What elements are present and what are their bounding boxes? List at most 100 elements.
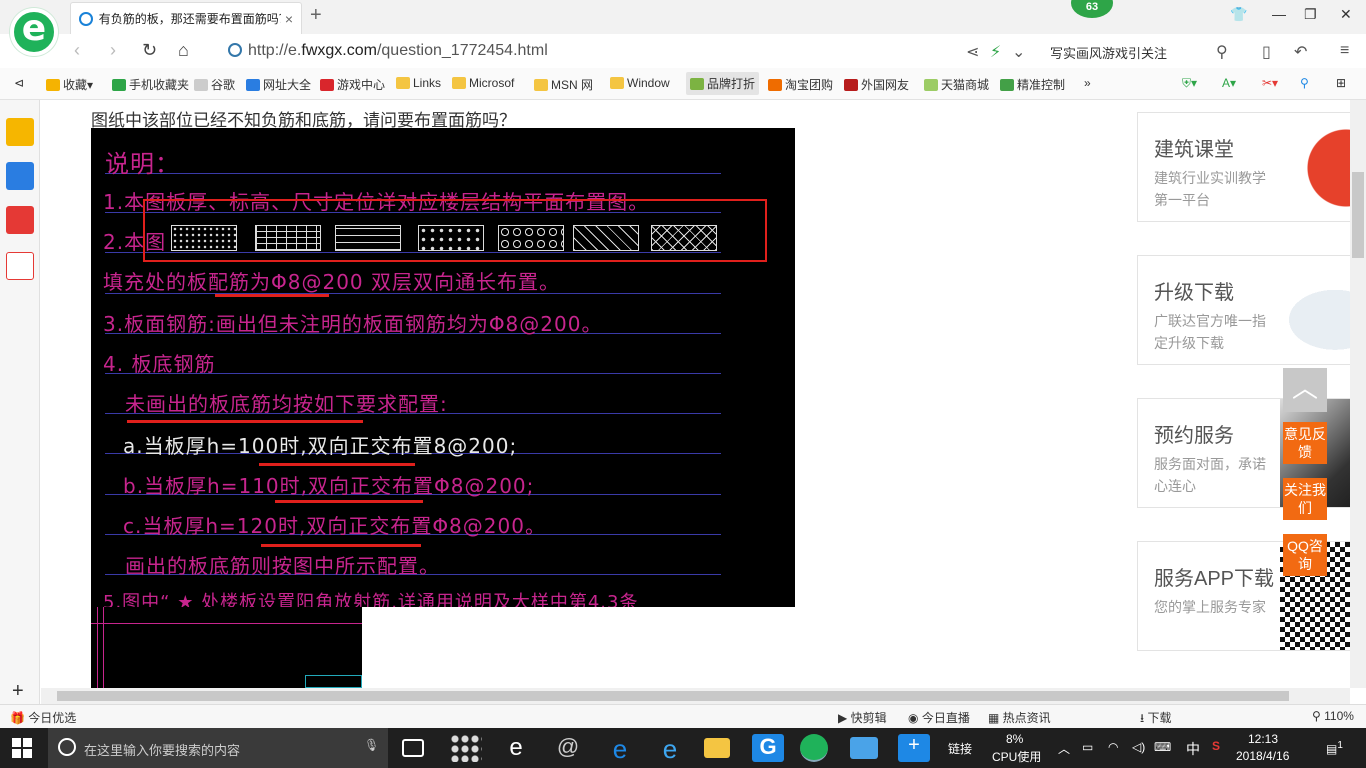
clock-time[interactable]: 12:13 [1248, 732, 1278, 746]
ime-indicator[interactable]: 中 [1186, 739, 1200, 759]
translate-icon[interactable]: A▾ [1222, 76, 1236, 90]
360-browser-icon[interactable] [800, 734, 828, 762]
cpu-percent: 8% [1006, 732, 1024, 746]
tab-close-icon[interactable]: × [285, 11, 293, 27]
mobile-icon[interactable]: ▯ [1262, 42, 1271, 62]
back-to-top-icon[interactable]: ︿ [1283, 368, 1327, 412]
back-icon[interactable]: ‹ [74, 40, 80, 61]
horizontal-scrollbar[interactable] [41, 688, 1350, 704]
home-icon[interactable]: ⌂ [178, 40, 189, 61]
shirt-skin-icon[interactable]: 👕 [1230, 6, 1247, 23]
wifi-icon[interactable]: ◠ [1108, 740, 1118, 754]
share-icon[interactable]: ⋖ [966, 42, 979, 62]
clock-date[interactable]: 2018/4/16 [1236, 749, 1289, 763]
refresh-icon[interactable]: ↻ [142, 40, 157, 61]
status-bar: 🎁 今日优选 ▶ 快剪辑 ◉ 今日直播 ▦ 热点资讯 ⭳ 下载 ⚲ 110% [0, 704, 1366, 728]
tray-chevron-icon[interactable]: ︿ [1058, 740, 1070, 757]
email-icon[interactable] [6, 252, 34, 280]
ad-logo-icon [1280, 113, 1350, 221]
left-sidebar: + [0, 100, 40, 704]
minimize-icon[interactable]: — [1272, 6, 1286, 22]
bookmark-item[interactable]: 外国网友 [844, 76, 909, 93]
ad-card[interactable]: 建筑课堂 建筑行业实训教学第一平台 [1137, 112, 1350, 222]
pinwheel-app-icon[interactable] [450, 734, 482, 762]
ad-description: 建筑行业实训教学第一平台 [1154, 170, 1266, 208]
menu-icon[interactable]: ≡ [1340, 42, 1349, 60]
search-box[interactable]: 写实画风游戏引关注 [1040, 38, 1240, 64]
download-link[interactable]: ⭳ 下载 [1140, 709, 1172, 730]
volume-icon[interactable]: ◁) [1132, 740, 1145, 754]
links-toolbar[interactable]: 链接 [948, 740, 972, 757]
swirl-app-icon[interactable]: @ [552, 734, 584, 762]
more-bookmarks-icon[interactable]: » [1084, 76, 1091, 90]
file-explorer-icon[interactable] [704, 738, 730, 758]
today-picks-link[interactable]: 🎁 今日优选 [10, 709, 76, 726]
ie-icon[interactable]: e [654, 734, 686, 764]
cloud-upload-icon [1280, 256, 1350, 364]
live-link[interactable]: ◉ 今日直播 [908, 709, 970, 726]
add-app-icon[interactable]: + [898, 734, 930, 762]
feedback-button[interactable]: 意见反馈 [1283, 422, 1327, 464]
cad-note-line: 5.图中“ ★ 处楼板设置阳角放射筋,详通用说明及大样中第4.3条 [103, 592, 639, 607]
lightning-icon[interactable]: ⚡ [990, 42, 1001, 62]
browser-tab[interactable]: 有负筋的板，那还需要布置面筋吗？ × [70, 2, 302, 34]
bookmark-item[interactable]: 网址大全 [246, 76, 311, 93]
vertical-scrollbar[interactable] [1350, 100, 1366, 688]
quick-edit-link[interactable]: ▶ 快剪辑 [838, 709, 887, 726]
bookmark-item[interactable]: 谷歌 [194, 76, 235, 93]
task-view-icon[interactable] [402, 739, 424, 757]
site-security-icon [228, 43, 242, 57]
bookmark-folder[interactable]: MSN 网 [534, 76, 593, 93]
shield-icon[interactable]: ⛨▾ [1182, 76, 1197, 91]
favorites-star-icon[interactable] [6, 118, 34, 146]
calendar-app-icon[interactable] [850, 737, 878, 759]
follow-us-button[interactable]: 关注我们 [1283, 478, 1327, 520]
new-tab-button[interactable]: + [310, 4, 322, 27]
sogou-icon[interactable]: S [1212, 739, 1220, 753]
bookmark-item[interactable]: 品牌打折 [686, 72, 760, 95]
windows-taskbar: 在这里输入你要搜索的内容 🎙 e @ e e G + 链接 8% CPU使用 ︿… [0, 728, 1366, 768]
browser-logo[interactable] [10, 8, 58, 56]
notification-badge[interactable]: 63 [1071, 0, 1113, 18]
restore-icon[interactable]: ❐ [1304, 6, 1317, 23]
bookmark-item[interactable]: 游戏中心 [320, 76, 385, 93]
dropdown-chevron-icon[interactable]: ⌄ [1012, 42, 1025, 62]
bookmark-folder[interactable]: Window [610, 76, 670, 90]
taskbar-search-box[interactable]: 在这里输入你要搜索的内容 🎙 [48, 728, 388, 768]
scissors-icon[interactable]: ✂▾ [1262, 76, 1278, 90]
bookmark-item[interactable]: 淘宝团购 [768, 76, 833, 93]
bookmark-folder[interactable]: Links [396, 76, 441, 90]
bookmark-item[interactable]: 天猫商城 [924, 76, 989, 93]
battery-icon[interactable]: ▭ [1082, 740, 1093, 754]
page-favicon-icon [79, 11, 93, 26]
edge-icon[interactable]: e [604, 734, 636, 764]
magnifier-icon[interactable]: ⚲ [1300, 76, 1309, 90]
bookmark-item[interactable]: 精准控制 [1000, 76, 1065, 93]
add-sidebar-icon[interactable]: + [12, 680, 24, 703]
qq-consult-button[interactable]: QQ咨询 [1283, 534, 1327, 576]
microphone-icon[interactable]: 🎙 [364, 738, 379, 752]
search-icon[interactable]: ⚲ [1216, 42, 1228, 62]
news-link[interactable]: ▦ 热点资讯 [988, 709, 1051, 726]
url-field[interactable]: http://e.fwxgx.com/question_1772454.html [226, 38, 966, 64]
undo-icon[interactable]: ↶ [1294, 42, 1307, 62]
forward-icon[interactable]: › [110, 40, 116, 61]
keyboard-icon[interactable]: ⌨ [1154, 740, 1171, 754]
bookmark-folder[interactable]: Microsof [452, 76, 514, 90]
cad-drawing-detail-image [91, 607, 362, 688]
zoom-level[interactable]: ⚲ 110% [1312, 709, 1354, 723]
reading-list-icon[interactable] [6, 162, 34, 190]
windows-start-icon[interactable] [12, 738, 32, 758]
close-window-icon[interactable]: ✕ [1340, 6, 1352, 23]
apps-grid-icon[interactable]: ⊞ [1336, 76, 1346, 90]
browser-e-icon[interactable]: e [500, 734, 532, 762]
ad-title: 预约服务 [1154, 425, 1234, 447]
ad-card[interactable]: 升级下载 广联达官方唯一指定升级下载 [1137, 255, 1350, 365]
toggle-sidebar-icon[interactable]: ⊲ [14, 76, 24, 90]
bookmark-item[interactable]: 收藏 ▾ [46, 76, 93, 93]
g-app-icon[interactable]: G [752, 734, 784, 762]
bookmark-item[interactable]: 手机收藏夹 [112, 76, 189, 93]
cad-drawing-image: 说明： 1.本图板厚、标高、尺寸定位详对应楼层结构平面布置图。 2.本图 填充处… [91, 128, 795, 607]
action-center-icon[interactable]: ▤1 [1326, 740, 1343, 756]
weibo-icon[interactable] [6, 206, 34, 234]
